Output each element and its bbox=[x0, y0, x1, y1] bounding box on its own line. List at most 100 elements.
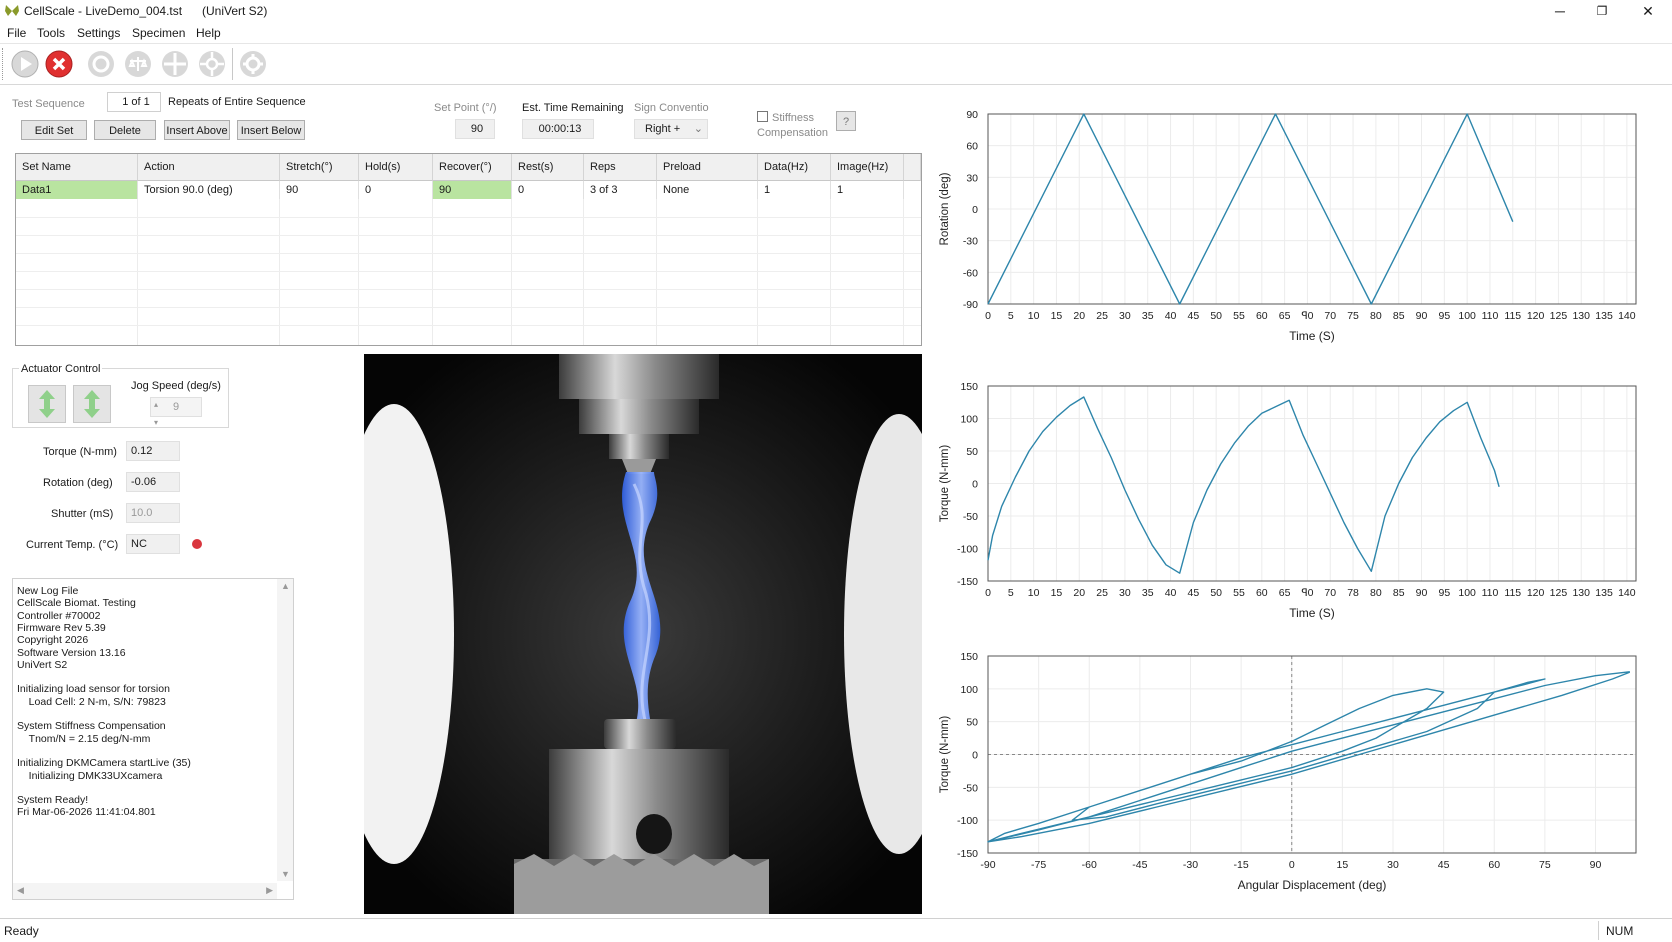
menu-tools[interactable]: Tools bbox=[37, 26, 65, 40]
y-tick-label: -60 bbox=[963, 267, 978, 279]
status-text: Ready bbox=[4, 924, 39, 938]
col-header-recover[interactable]: Recover(°) bbox=[433, 154, 512, 181]
col-header-set-name[interactable]: Set Name bbox=[16, 154, 138, 181]
title-bar: CellScale - LiveDemo_004.tst (UniVert S2… bbox=[0, 0, 1672, 22]
log-vertical-scrollbar[interactable]: ▲ ▼ bbox=[277, 579, 293, 881]
log-horizontal-scrollbar[interactable]: ◀ ▶ bbox=[13, 883, 277, 899]
rotation-field: -0.06 bbox=[126, 472, 180, 492]
col-header-preload[interactable]: Preload bbox=[657, 154, 758, 181]
center-icon[interactable] bbox=[197, 49, 227, 79]
col-header-rest[interactable]: Rest(s) bbox=[512, 154, 584, 181]
x-tick-label: 25 bbox=[1096, 587, 1108, 599]
shutter-field[interactable]: 10.0 bbox=[126, 503, 180, 523]
table-cell-image-hz[interactable]: 1 bbox=[831, 181, 904, 199]
jog-down-button[interactable] bbox=[73, 385, 111, 423]
repeat-count-field[interactable]: 1 of 1 bbox=[107, 92, 161, 112]
table-column-line bbox=[584, 199, 657, 345]
stiffness-checkbox[interactable] bbox=[757, 111, 768, 122]
x-tick-label: 5 bbox=[1008, 587, 1014, 599]
x-tick-label: 140 bbox=[1618, 310, 1636, 322]
menu-file[interactable]: File bbox=[7, 26, 26, 40]
table-column-line bbox=[280, 199, 359, 345]
scroll-down-icon[interactable]: ▼ bbox=[281, 869, 290, 879]
log-line: Software Version 13.16 bbox=[17, 646, 126, 659]
spinner-arrows-icon[interactable]: ▴ ▾ bbox=[154, 396, 158, 432]
torque-displacement-chart: -90 -75 -60 -45 -30 -15 0 15 30 45 60 75 90150100500… bbox=[939, 651, 1637, 892]
scroll-up-icon[interactable]: ▲ bbox=[281, 581, 290, 591]
scroll-left-icon[interactable]: ◀ bbox=[17, 885, 24, 896]
chevron-down-icon: ⌄ bbox=[693, 123, 703, 135]
shutter-label: Shutter (mS) bbox=[51, 508, 114, 520]
y-tick-label: 50 bbox=[966, 446, 978, 458]
temp-field: NC bbox=[126, 534, 180, 554]
menu-help[interactable]: Help bbox=[196, 26, 221, 40]
jog-speed-spinner[interactable]: ▴ ▾ 9 bbox=[150, 397, 202, 427]
menu-settings[interactable]: Settings bbox=[77, 26, 120, 40]
insert-below-button[interactable]: Insert Below bbox=[237, 120, 305, 140]
table-cell-stretch[interactable]: 90 bbox=[280, 181, 359, 199]
col-header-stretch[interactable]: Stretch(°) bbox=[280, 154, 359, 181]
col-header-hold[interactable]: Hold(s) bbox=[359, 154, 433, 181]
col-header-action[interactable]: Action bbox=[138, 154, 280, 181]
y-tick-label: 0 bbox=[972, 204, 978, 216]
y-tick-label: 50 bbox=[966, 717, 978, 729]
restore-button[interactable]: ❐ bbox=[1582, 2, 1622, 20]
log-panel[interactable]: New Log File CellScale Biomat. Testing Con… bbox=[12, 578, 294, 900]
arrow-up-down-icon bbox=[39, 390, 55, 418]
balance-icon[interactable] bbox=[123, 49, 153, 79]
stop-icon[interactable] bbox=[44, 49, 74, 79]
stiffness-help-button[interactable]: ? bbox=[836, 111, 856, 131]
gear-icon[interactable] bbox=[238, 49, 268, 79]
menu-specimen[interactable]: Specimen bbox=[132, 26, 185, 40]
edit-set-button[interactable]: Edit Set bbox=[21, 120, 87, 140]
scroll-right-icon[interactable]: ▶ bbox=[266, 885, 273, 896]
rotation-label: Rotation (deg) bbox=[43, 477, 113, 489]
move-icon[interactable] bbox=[160, 49, 190, 79]
x-tick-label: -75 bbox=[1031, 859, 1046, 871]
est-time-label: Est. Time Remaining bbox=[522, 102, 624, 114]
jog-speed-value: 9 bbox=[173, 401, 180, 413]
table-cell-recover[interactable]: 90 bbox=[433, 181, 512, 199]
jog-up-button[interactable] bbox=[28, 385, 66, 423]
table-cell-data-hz[interactable]: 1 bbox=[758, 181, 831, 199]
play-icon[interactable] bbox=[10, 49, 40, 79]
col-header-reps[interactable]: Reps bbox=[584, 154, 657, 181]
setpoint-label: Set Point (°/) bbox=[434, 102, 497, 114]
torque-label: Torque (N-mm) bbox=[43, 446, 117, 458]
col-header-image-hz[interactable]: Image(Hz) bbox=[831, 154, 904, 181]
arrow-jog-icon bbox=[84, 390, 100, 418]
minimize-button[interactable]: ─ bbox=[1540, 2, 1580, 20]
table-cell-set-name[interactable]: Data1 bbox=[16, 181, 138, 199]
x-tick-label: -45 bbox=[1132, 859, 1147, 871]
x-tick-label: 135 bbox=[1595, 587, 1613, 599]
log-line: Load Cell: 2 N-m, S/N: 79823 bbox=[17, 695, 166, 708]
delete-button[interactable]: Delete bbox=[94, 120, 156, 140]
y-tick-label: -100 bbox=[957, 544, 978, 556]
insert-above-button[interactable]: Insert Above bbox=[164, 120, 230, 140]
actuator-control-title: Actuator Control bbox=[19, 363, 103, 375]
x-tick-label: 0 bbox=[1289, 859, 1295, 871]
reset-icon[interactable] bbox=[86, 49, 116, 79]
x-tick-label: 120 bbox=[1527, 310, 1545, 322]
col-header-data-hz[interactable]: Data(Hz) bbox=[758, 154, 831, 181]
table-cell-rest[interactable]: 0 bbox=[512, 181, 584, 199]
table-cell-hold[interactable]: 0 bbox=[359, 181, 433, 199]
x-tick-label: 95 bbox=[1438, 587, 1450, 599]
toolbar-grip[interactable] bbox=[2, 48, 6, 80]
x-tick-label: 60 bbox=[1256, 310, 1268, 322]
x-tick-label: 10 bbox=[1028, 310, 1040, 322]
table-cell-reps[interactable]: 3 of 3 bbox=[584, 181, 657, 199]
x-tick-label: 60 bbox=[1256, 587, 1268, 599]
series-line bbox=[987, 671, 1630, 843]
table-cell-action[interactable]: Torsion 90.0 (deg) bbox=[138, 181, 280, 199]
sign-convention-select[interactable]: Right + ⌄ bbox=[634, 119, 708, 139]
x-tick-label: 20 bbox=[1073, 587, 1085, 599]
specimen-camera-image bbox=[364, 354, 922, 914]
close-button[interactable]: ✕ bbox=[1628, 2, 1668, 20]
setpoint-field[interactable]: 90 bbox=[455, 119, 495, 139]
table-cell-preload[interactable]: None bbox=[657, 181, 758, 199]
x-tick-label: 70 bbox=[1324, 587, 1336, 599]
log-line: New Log File bbox=[17, 585, 79, 597]
rotation-time-chart: 0 5 10 15 20 25 30 35 40 45 50 55 60 65 ꟼ0 70 75 80 85 90 95… bbox=[939, 109, 1637, 343]
x-tick-label: 55 bbox=[1233, 587, 1245, 599]
